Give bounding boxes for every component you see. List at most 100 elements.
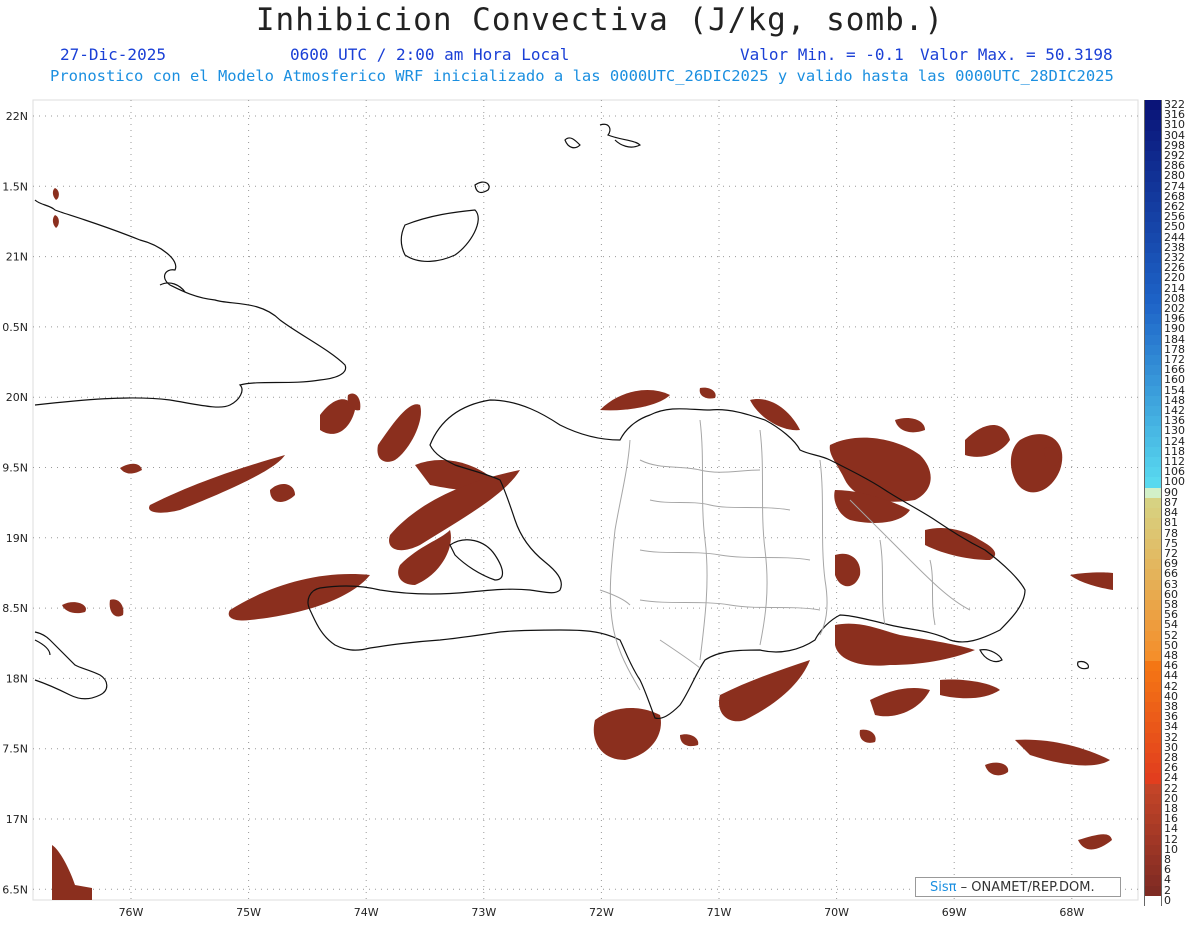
color-swatch <box>1144 171 1162 183</box>
color-swatch <box>1144 395 1162 407</box>
latitude-label: 9.5N <box>2 462 28 475</box>
color-swatch <box>1144 191 1162 203</box>
color-swatch <box>1144 416 1162 427</box>
color-swatch <box>1144 426 1162 438</box>
color-swatch <box>1144 824 1162 836</box>
latitude-label: 6.5N <box>2 883 28 896</box>
map-panel: 22N 1.5N 21N 0.5N 20N 9.5N 19N 8.5N 18N 7.5N 17N 6.… <box>2 99 1139 919</box>
color-scale-label: 0 <box>1164 893 1171 907</box>
color-swatch <box>1144 589 1162 601</box>
color-swatch <box>1144 487 1162 499</box>
color-swatch <box>1144 100 1162 111</box>
latitude-label: 21N <box>6 251 28 264</box>
color-swatch <box>1144 314 1162 325</box>
color-swatch <box>1144 844 1162 856</box>
cin-shading <box>52 188 1113 900</box>
credit-box: Sisπ – ONAMET/REP.DOM. <box>915 877 1121 897</box>
longitude-labels: 76W 75W 74W 73W 72W 71W 70W 69W 68W <box>119 906 1085 919</box>
color-swatch <box>1144 854 1162 866</box>
color-swatch <box>1144 793 1162 805</box>
color-swatch <box>1144 467 1162 478</box>
color-swatch <box>1144 110 1162 121</box>
longitude-label: 70W <box>824 906 849 919</box>
latitude-label: 20N <box>6 391 28 404</box>
color-swatch <box>1144 355 1162 366</box>
color-swatch <box>1144 681 1162 693</box>
color-swatch <box>1144 742 1162 754</box>
color-swatch <box>1144 334 1162 346</box>
color-swatch <box>1144 375 1162 387</box>
longitude-label: 69W <box>942 906 967 919</box>
color-swatch <box>1144 630 1162 642</box>
color-swatch <box>1144 344 1162 356</box>
color-swatch <box>1144 151 1162 162</box>
color-swatch <box>1144 130 1162 142</box>
color-swatch <box>1144 293 1162 305</box>
color-swatch <box>1144 620 1162 632</box>
color-swatch <box>1144 814 1162 825</box>
latitude-labels: 22N 1.5N 21N 0.5N 20N 9.5N 19N 8.5N 18N 7.5N 17N 6.… <box>2 110 28 896</box>
color-swatch <box>1144 548 1162 560</box>
latitude-label: 18N <box>6 672 28 685</box>
color-swatch <box>1144 773 1162 785</box>
color-swatch <box>1144 181 1162 193</box>
color-swatch <box>1144 640 1162 652</box>
color-swatch <box>1144 569 1162 580</box>
longitude-label: 75W <box>236 906 261 919</box>
color-swatch <box>1144 610 1162 621</box>
color-swatch <box>1144 701 1162 713</box>
color-swatch <box>1144 579 1162 591</box>
color-swatch <box>1144 671 1162 683</box>
color-swatch <box>1144 518 1162 529</box>
color-swatch <box>1144 528 1162 540</box>
longitude-label: 72W <box>589 906 614 919</box>
latitude-label: 8.5N <box>2 602 28 615</box>
color-swatch <box>1144 222 1162 234</box>
color-swatch <box>1144 140 1162 152</box>
longitude-label: 74W <box>354 906 379 919</box>
color-swatch <box>1144 304 1162 315</box>
longitude-label: 68W <box>1059 906 1084 919</box>
color-swatch <box>1144 508 1162 519</box>
color-swatch <box>1144 599 1162 611</box>
color-swatch <box>1144 253 1162 264</box>
latitude-label: 22N <box>6 110 28 123</box>
color-swatch <box>1144 457 1162 468</box>
longitude-label: 73W <box>471 906 496 919</box>
color-scale-bar: 322 316 310 304 298 292 286 280 274 268 262 256 250 2… <box>1144 99 1196 907</box>
color-swatch <box>1144 559 1162 570</box>
color-swatch <box>1144 242 1162 254</box>
color-swatch <box>1144 661 1162 672</box>
color-swatch <box>1144 232 1162 244</box>
color-swatch <box>1144 497 1162 509</box>
latitude-label: 19N <box>6 532 28 545</box>
color-swatch <box>1144 202 1162 213</box>
credit-text: – ONAMET/REP.DOM. <box>960 880 1095 895</box>
color-swatch <box>1144 161 1162 172</box>
color-swatch <box>1144 803 1162 815</box>
latitude-label: 17N <box>6 813 28 826</box>
color-swatch <box>1144 365 1162 376</box>
color-swatch <box>1144 865 1162 876</box>
color-swatch <box>1144 763 1162 774</box>
color-swatch <box>1144 324 1162 336</box>
color-swatch <box>1144 263 1162 274</box>
color-swatch <box>1144 406 1162 417</box>
color-swatch <box>1144 283 1162 295</box>
longitude-label: 71W <box>707 906 732 919</box>
coastline <box>34 123 1090 720</box>
color-swatch <box>1144 477 1162 489</box>
color-swatch <box>1144 120 1162 132</box>
color-swatch <box>1144 722 1162 734</box>
color-swatch <box>1144 712 1162 723</box>
latitude-label: 0.5N <box>2 321 28 334</box>
color-swatch <box>1144 732 1162 744</box>
color-swatch <box>1144 273 1162 285</box>
color-swatch <box>1144 783 1162 795</box>
latitude-label: 7.5N <box>2 743 28 756</box>
color-swatch <box>1144 538 1162 550</box>
color-swatch <box>1144 875 1162 887</box>
latitude-label: 1.5N <box>2 180 28 193</box>
color-swatch <box>1144 752 1162 764</box>
color-swatch <box>1144 895 1162 907</box>
